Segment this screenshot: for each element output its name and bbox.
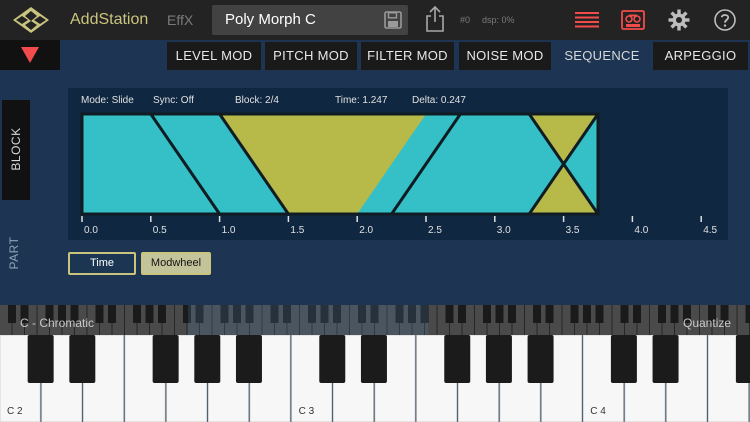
mini-black-key [570,305,579,323]
app-root: AddStation EffX Poly Morph C #0 dsp: 0% [0,0,750,422]
tab-pitch-mod[interactable]: PITCH MOD [265,42,357,70]
time-button[interactable]: Time [68,252,136,275]
mini-black-key [133,305,141,323]
axis-tick-label: 4.0 [634,225,648,236]
mini-black-key [745,305,750,323]
mini-black-key [158,305,166,323]
sequence-plot[interactable]: 0.0 0.5 1.0 1.5 2.0 2.5 3.0 3.5 4.0 4.5 [68,88,728,240]
mini-black-key [670,305,679,323]
effx-button[interactable]: EffX [167,12,193,28]
tab-part[interactable]: PART [7,233,21,273]
gear-icon[interactable] [668,9,690,31]
save-icon[interactable] [384,11,402,29]
axis-tick-label: 2.5 [428,225,442,236]
black-key[interactable] [485,335,512,383]
black-key[interactable] [527,335,554,383]
axis-tick-label: 4.5 [703,225,717,236]
black-key[interactable] [444,335,471,383]
visible-range-highlight[interactable] [188,305,428,335]
block-readout: Block: 2/4 [235,95,279,106]
axis-tick-label: 0.0 [84,225,98,236]
preset-number: #0 [460,15,471,25]
mini-black-key [545,305,554,323]
black-key[interactable] [27,335,54,383]
octave-label: C 4 [590,406,606,417]
help-icon[interactable] [714,9,736,31]
axis-tick-label: 3.5 [566,225,580,236]
axis-tick-label: 1.0 [222,225,236,236]
panel-dropdown-button[interactable] [0,40,60,70]
black-key[interactable] [69,335,96,383]
mini-black-key [508,305,516,323]
top-bar: AddStation EffX Poly Morph C #0 dsp: 0% [0,0,750,40]
mini-black-key [483,305,491,323]
mini-black-key [8,305,16,323]
mini-keyboard-overview[interactable] [0,305,750,335]
tab-level-mod[interactable]: LEVEL MOD [167,42,261,70]
mini-black-key [633,305,641,323]
triangle-down-icon [21,47,39,63]
black-key[interactable] [360,335,387,383]
axis-tick-label: 2.0 [359,225,373,236]
black-key[interactable] [152,335,179,383]
black-key[interactable] [652,335,679,383]
tab-filter-mod[interactable]: FILTER MOD [361,42,454,70]
mini-black-key [658,305,666,323]
axis-tick-label: 1.5 [290,225,304,236]
sync-readout[interactable]: Sync: Off [153,95,194,106]
keyboard-scroll-strip[interactable]: C - Chromatic Quantize [0,305,750,335]
mini-black-key [95,305,104,323]
tab-sequence[interactable]: SEQUENCE [555,42,649,70]
mini-black-key [458,305,466,323]
black-key[interactable] [610,335,637,383]
share-icon[interactable] [424,5,446,33]
sequence-panel[interactable]: 0.0 0.5 1.0 1.5 2.0 2.5 3.0 3.5 4.0 4.5 Mode: Sli… [68,88,728,240]
tab-arpeggio[interactable]: ARPEGGIO [653,42,748,70]
scale-selector[interactable]: C - Chromatic [20,316,94,330]
black-key[interactable] [235,335,262,383]
mini-black-key [145,305,154,323]
time-readout: Time: 1.247 [335,95,388,106]
mode-readout[interactable]: Mode: Slide [81,95,134,106]
diamond-logo-icon[interactable] [12,6,50,34]
mini-black-key [495,305,504,323]
list-menu-icon[interactable] [575,12,599,28]
black-key[interactable] [735,335,750,383]
octave-label: C 3 [299,406,315,417]
axis-tick-label: 0.5 [153,225,167,236]
mini-black-key [108,305,116,323]
block-tab-label: BLOCK [9,127,23,171]
modwheel-button[interactable]: Modwheel [141,252,211,275]
dsp-meter: dsp: 0% [482,15,515,25]
black-key[interactable] [194,335,221,383]
piano-keyboard[interactable]: C 2 C 3 C 4 [0,335,750,422]
quantize-toggle[interactable]: Quantize [683,316,731,330]
preset-name: Poly Morph C [225,11,316,28]
tab-noise-mod[interactable]: NOISE MOD [459,42,551,70]
mini-black-key [595,305,604,323]
mini-black-key [533,305,541,323]
app-brand-title[interactable]: AddStation [70,11,148,29]
tape-recorder-icon[interactable] [621,10,645,30]
mini-black-key [583,305,591,323]
mod-tab-bar: LEVEL MOD PITCH MOD FILTER MOD NOISE MOD… [0,40,750,72]
preset-selector[interactable]: Poly Morph C [212,5,408,35]
black-key[interactable] [319,335,346,383]
octave-label: C 2 [7,406,23,417]
mini-black-key [620,305,629,323]
axis-tick-label: 3.0 [497,225,511,236]
tab-block[interactable]: BLOCK [2,100,30,200]
mini-black-key [445,305,454,323]
delta-readout: Delta: 0.247 [412,95,466,106]
